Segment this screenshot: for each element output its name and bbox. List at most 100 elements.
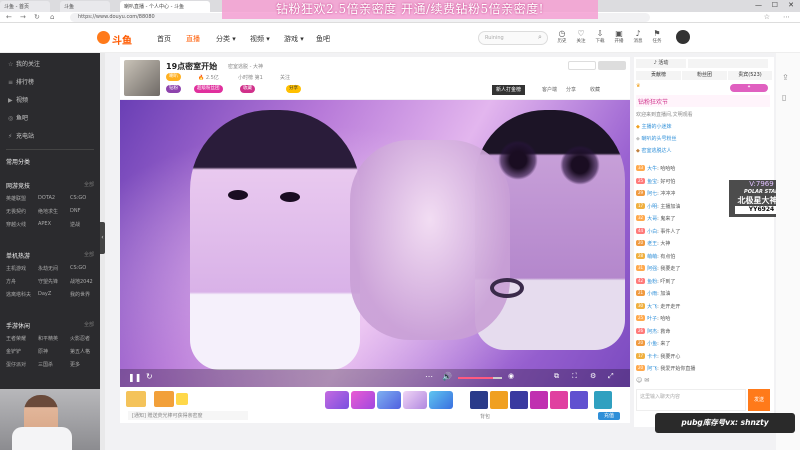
gift-item[interactable] [429,391,453,409]
category-cell[interactable]: 原神 [38,348,48,355]
category-cell[interactable]: 火影忍者 [70,335,90,342]
gift-item[interactable] [530,391,548,409]
refresh-icon[interactable]: ↻ [146,372,153,381]
sidebar-item-follow[interactable]: ☆ 我的关注 [8,59,40,68]
chat-nickname[interactable]: 大飞 [647,304,657,310]
category-cell[interactable]: DNF [70,208,80,214]
category-cell[interactable]: 英雄联盟 [6,195,26,202]
site-logo[interactable]: 斗鱼 [97,30,137,47]
gift-item[interactable] [176,393,188,405]
nav-fishbar[interactable]: 鱼吧 [316,34,330,44]
collect-link[interactable]: 收藏 [590,86,600,93]
phone-icon[interactable]: ▯ [782,93,786,102]
browser-tab[interactable]: 斗鱼 - 首页 [0,1,50,12]
category-cell[interactable]: 王者荣耀 [6,335,26,342]
pip-icon[interactable]: ⧉ [554,372,559,381]
settings-icon[interactable]: ⚙ [590,372,596,380]
chat-nickname[interactable]: 阿强 [647,266,657,272]
badge-share[interactable]: 分享 [286,85,301,93]
recharge-button[interactable]: 充值 [598,412,620,420]
browser-tab-active[interactable]: 喇叭直播 - 个人中心 - 斗鱼 [120,1,210,12]
gift-item[interactable] [126,391,146,407]
top-fan-row[interactable]: ◆ 主播的小迷妹 [636,123,770,133]
category-cell[interactable]: 蛋仔派对 [6,361,26,368]
fullscreen-web-icon[interactable]: ⛶ [572,372,577,381]
message-button[interactable]: ♪ 消息 [629,29,647,44]
top-fan-row[interactable]: ◆ 密室逃脱达人 [636,147,770,157]
task-button[interactable]: ⚑ 任务 [648,29,666,44]
emoji-icon[interactable]: ☺ [636,377,642,384]
promo-rank-button[interactable]: 新人打金榜 [492,85,526,95]
sidebar-item-charge[interactable]: ⚡ 充电站 [8,131,34,140]
gift-item[interactable] [510,391,528,409]
follow-button[interactable]: ♡ 关注 [572,29,590,44]
history-button[interactable]: ◷ 历史 [553,29,571,44]
chat-nickname[interactable]: 老王 [647,241,657,247]
category-cell[interactable]: 无畏契约 [6,208,26,215]
chat-nickname[interactable]: 大哥 [647,216,657,222]
category-cell[interactable]: 永劫无间 [38,265,58,272]
rank-text[interactable]: 小时榜 第1 [238,74,263,81]
sidebar-item-fishbar[interactable]: ◎ 鱼吧 [8,113,28,122]
refresh-icon[interactable]: ↻ [34,13,40,21]
video-player[interactable] [120,100,630,387]
back-icon[interactable]: ← [6,13,12,21]
user-avatar[interactable] [676,30,690,44]
download-button[interactable]: ⇩ 下载 [591,29,609,44]
chat-nickname[interactable]: 小明 [647,204,657,210]
follow-text[interactable]: 关注 [280,74,290,81]
streamer-avatar[interactable] [124,60,160,96]
nav-video[interactable]: 视频 ▾ [250,34,270,44]
badge-diamond[interactable]: 钻粉 [166,85,181,93]
nav-game[interactable]: 游戏 ▾ [284,34,304,44]
pause-icon[interactable]: ❚❚ [128,373,141,382]
category-cell[interactable]: CS:GO [70,265,86,271]
section-more-2[interactable]: 全部 [84,321,94,328]
category-cell[interactable]: 三国杀 [38,361,53,368]
category-cell[interactable]: 第五人格 [70,348,90,355]
category-cell[interactable]: 逃离塔科夫 [6,291,31,298]
nav-live[interactable]: 直播 [186,34,200,44]
chat-nickname[interactable]: 小鱼 [647,341,657,347]
gift-icon[interactable]: ✉ [644,377,649,384]
chat-top-tab[interactable]: ♪ 活动 [636,59,686,68]
room-category[interactable]: 密室逃脱 - 大神 [228,63,263,70]
category-cell[interactable]: 和平精英 [38,335,58,342]
search-icon[interactable]: ⌕ [538,33,542,42]
close-icon[interactable]: ✕ [788,1,794,9]
gift-item[interactable] [403,391,427,409]
chat-nickname[interactable]: 大牛 [647,166,657,172]
fullscreen-icon[interactable]: ⤢ [608,372,614,381]
category-cell[interactable]: 穿越火线 [6,221,26,228]
send-button[interactable]: 发送 [748,389,770,411]
fan-join-button[interactable]: ✦ [730,84,768,92]
category-cell[interactable]: 逆战 [70,221,80,228]
chat-nickname[interactable]: 鱼宝 [647,179,657,185]
gift-item[interactable] [594,391,612,409]
menu-icon[interactable]: ⋯ [783,13,790,21]
broadcast-button[interactable]: ▣ 开播 [610,29,628,44]
danmaku-icon[interactable]: ◉ [508,372,514,380]
chat-nickname[interactable]: 叶子 [647,316,657,322]
gift-item[interactable] [325,391,349,409]
chat-nickname[interactable]: 阿杰 [647,329,657,335]
nav-home[interactable]: 首页 [157,34,171,44]
gift-item[interactable] [550,391,568,409]
browser-tab[interactable]: 斗鱼 [60,1,110,12]
badge-fan[interactable]: 超级粉丝团 [194,85,223,93]
gift-item[interactable] [470,391,488,409]
category-cell[interactable]: 主机游戏 [6,265,26,272]
category-cell[interactable]: 战地2042 [70,278,93,285]
share-icon[interactable]: ⇪ [782,73,789,82]
volume-slider[interactable] [458,377,502,379]
category-cell[interactable]: 我的世界 [70,291,90,298]
chat-nickname[interactable]: 阿七 [647,191,657,197]
minimize-icon[interactable]: — [755,1,762,9]
category-cell[interactable]: APEX [38,221,51,227]
sidebar-item-rank[interactable]: ≡ 排行榜 [8,77,34,86]
chat-nickname[interactable]: 阿飞 [647,366,657,372]
forward-icon[interactable]: → [20,13,26,21]
gift-item[interactable] [570,391,588,409]
sidebar-item-video[interactable]: ▶ 视频 [8,95,28,104]
tab-vip[interactable]: 贵宾(523) [728,71,772,80]
